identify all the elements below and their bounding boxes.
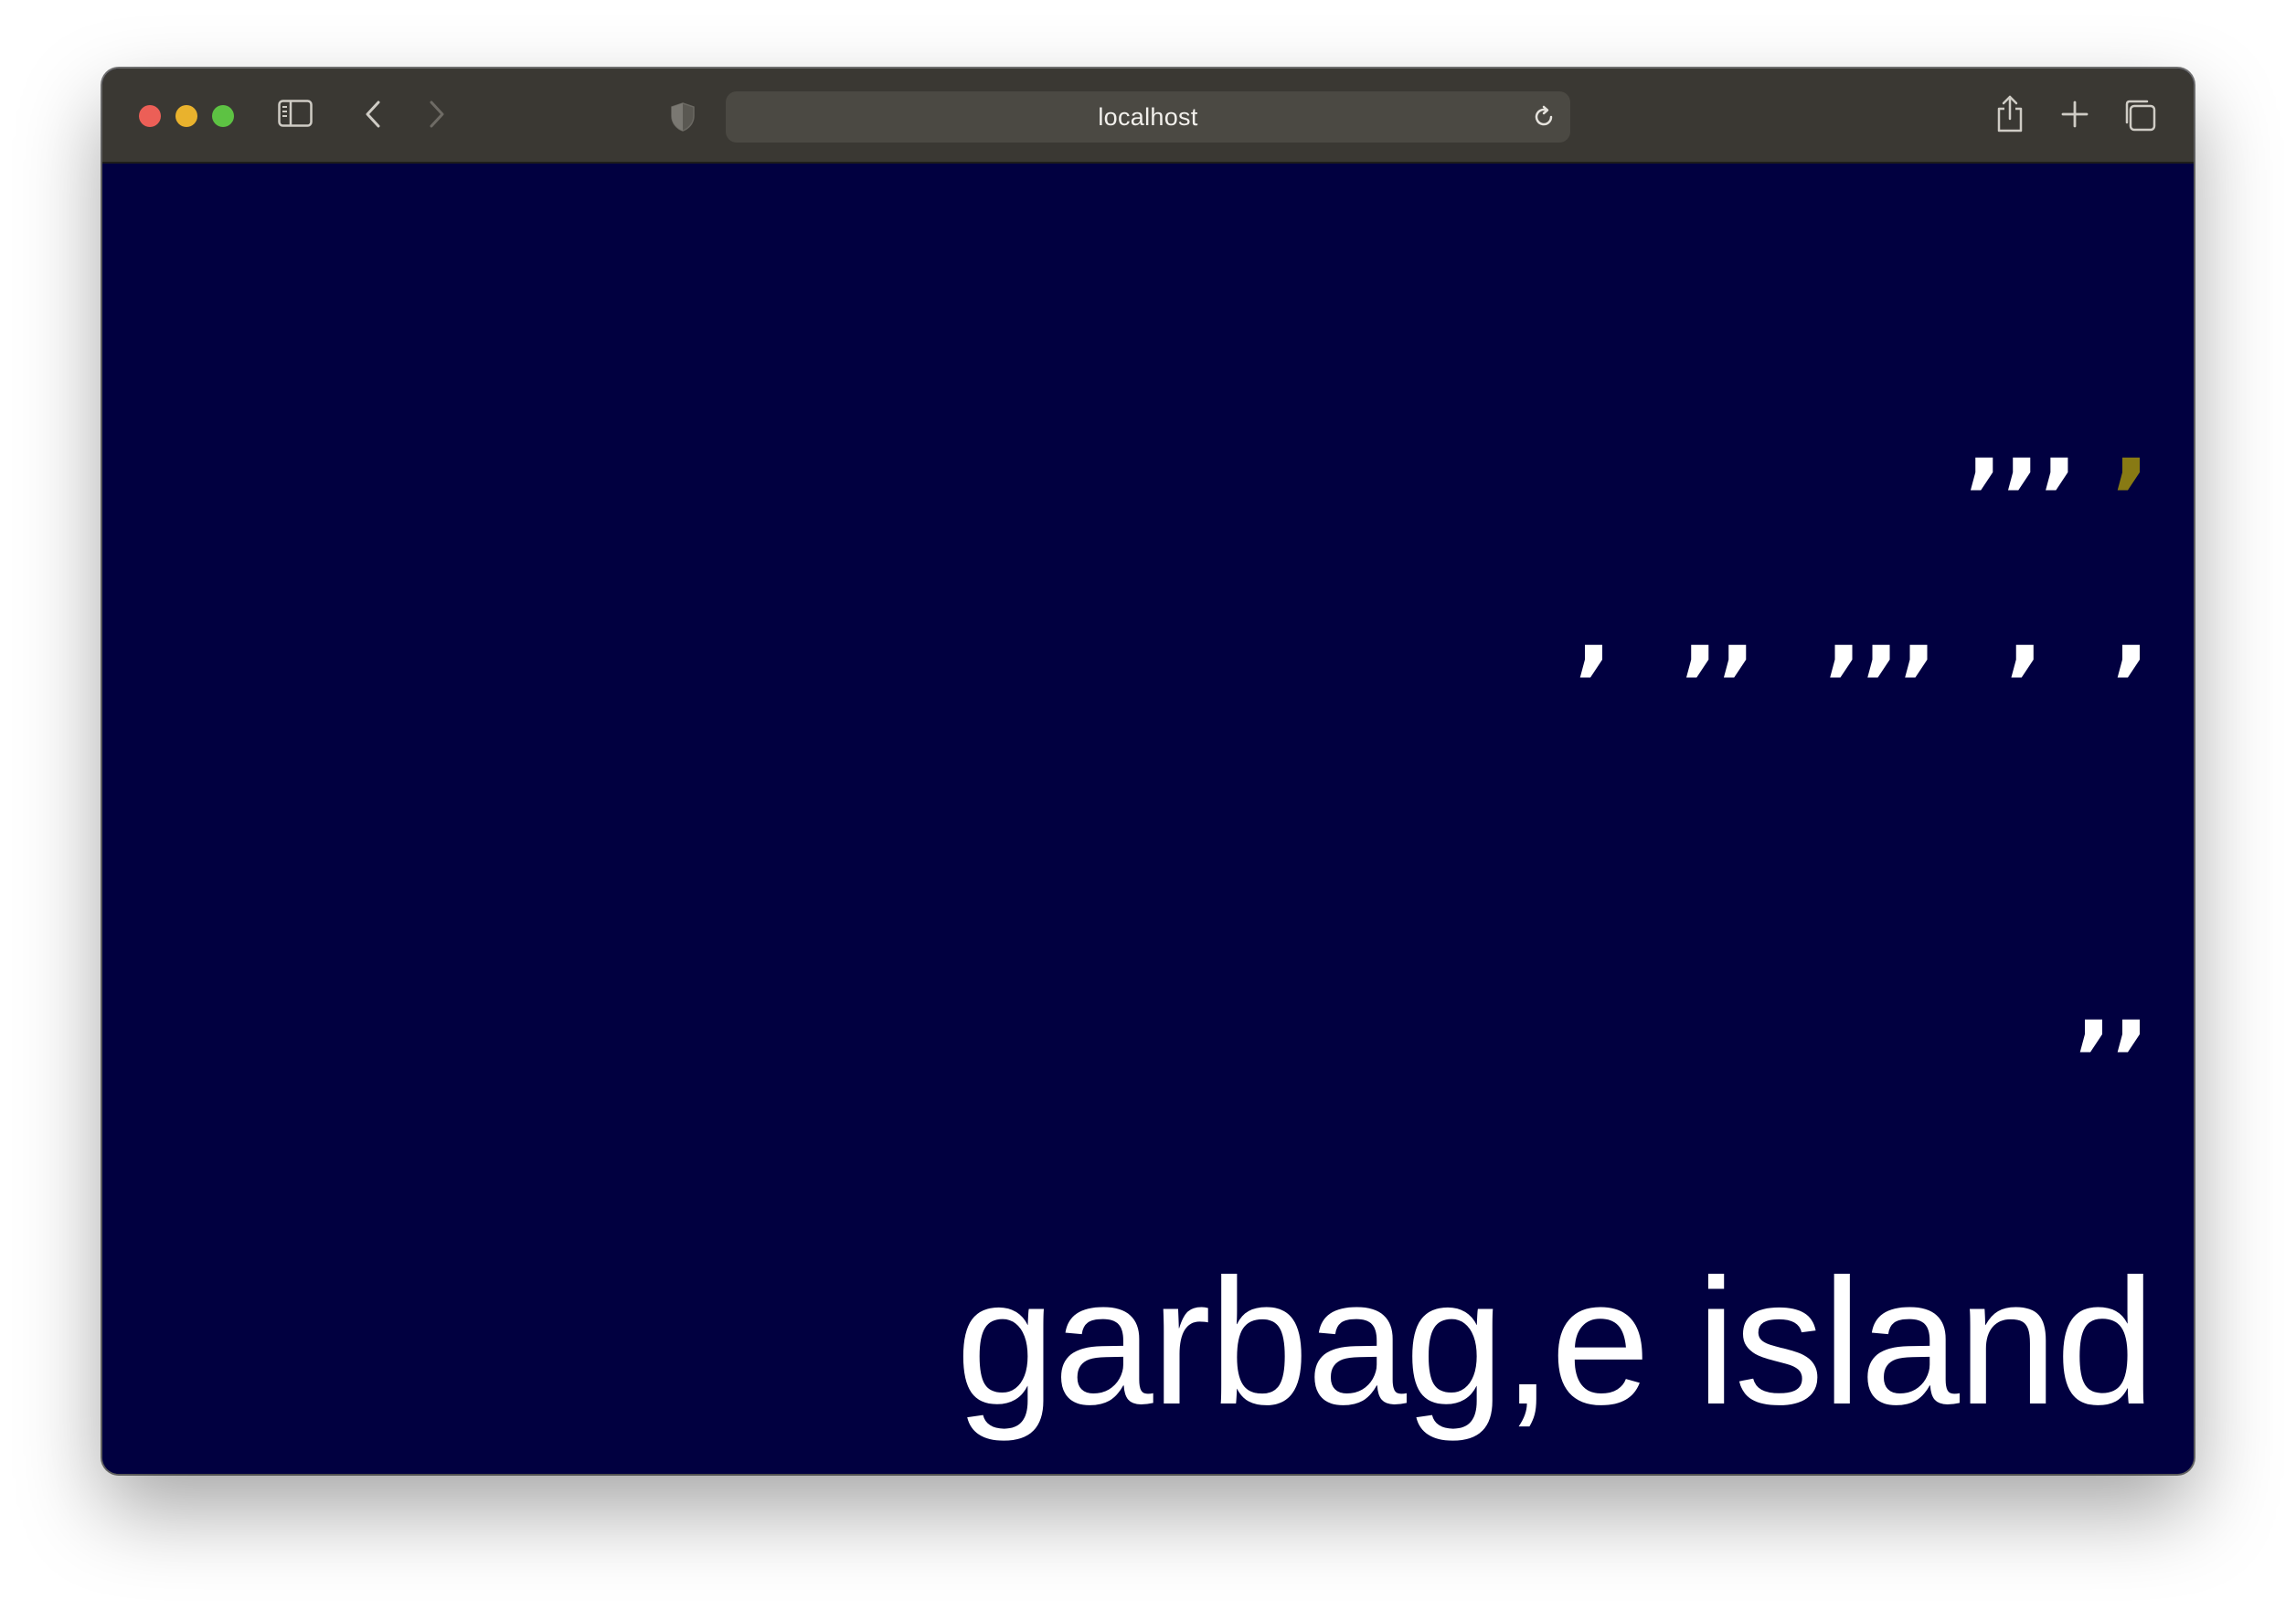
share-icon[interactable] bbox=[1994, 94, 2025, 134]
tabs-icon[interactable] bbox=[2122, 98, 2157, 132]
sidebar-icon[interactable] bbox=[278, 100, 313, 127]
comma-row-1: ,,, , bbox=[1965, 394, 2150, 493]
close-window-button[interactable] bbox=[139, 105, 161, 127]
minimize-window-button[interactable] bbox=[175, 105, 197, 127]
screenshot-stage: localhost ,,, , , ,, ,,, , , ,, garbag,e… bbox=[0, 0, 2296, 1610]
zoom-window-button[interactable] bbox=[212, 105, 234, 127]
chevron-right-icon[interactable] bbox=[426, 100, 446, 129]
comma-row-1-accent: , bbox=[2111, 386, 2150, 500]
comma-row-3: ,, bbox=[2074, 948, 2150, 1062]
comma-row-2: , ,, ,,, , , bbox=[1574, 573, 2150, 687]
url-text: localhost bbox=[1098, 102, 1198, 131]
plus-icon[interactable] bbox=[2060, 100, 2089, 129]
chevron-left-icon[interactable] bbox=[364, 100, 384, 129]
address-bar[interactable]: localhost bbox=[726, 91, 1570, 143]
browser-toolbar: localhost bbox=[102, 69, 2194, 164]
reload-icon[interactable] bbox=[1530, 103, 1557, 131]
browser-window: localhost ,,, , , ,, ,,, , , ,, garbag,e… bbox=[102, 69, 2194, 1474]
shield-icon[interactable] bbox=[669, 101, 696, 132]
page-content: ,,, , , ,, ,,, , , ,, garbag,e island bbox=[102, 165, 2194, 1474]
page-headline: garbag,e island bbox=[955, 1242, 2155, 1442]
comma-row-1-white: ,,, bbox=[1965, 386, 2112, 500]
